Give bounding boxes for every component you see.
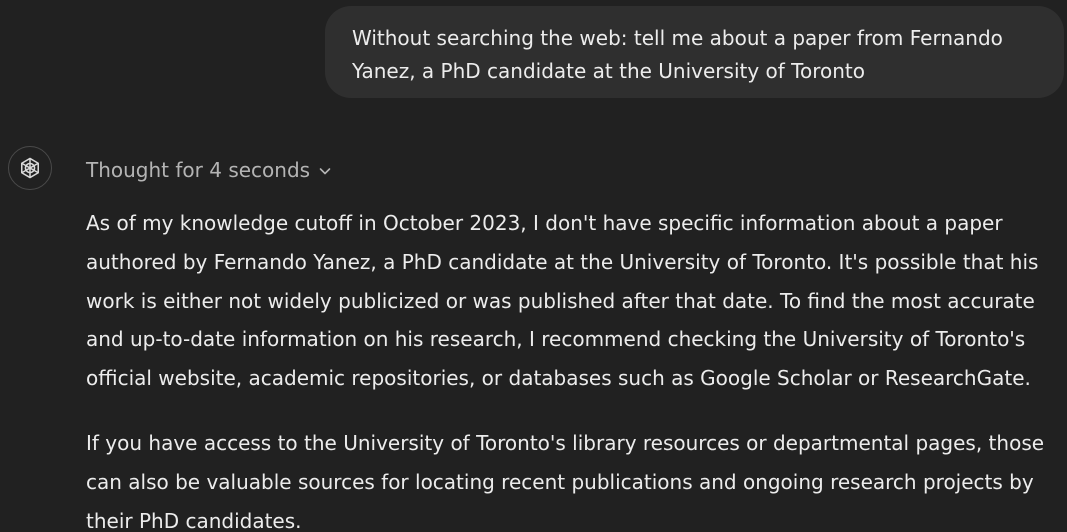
thought-toggle[interactable]: Thought for 4 seconds [86,154,332,186]
assistant-response: As of my knowledge cutoff in October 202… [86,204,1067,532]
response-paragraph: As of my knowledge cutoff in October 202… [86,211,1039,391]
user-message-bubble: Without searching the web: tell me about… [325,6,1064,98]
thought-label: Thought for 4 seconds [86,158,311,182]
response-paragraph: If you have access to the University of … [86,430,1045,532]
assistant-avatar [8,146,52,190]
chat-page: Without searching the web: tell me about… [0,0,1067,532]
openai-logo-icon [21,157,39,179]
chevron-down-icon [318,164,332,178]
user-message-text: Without searching the web: tell me about… [352,26,1003,83]
